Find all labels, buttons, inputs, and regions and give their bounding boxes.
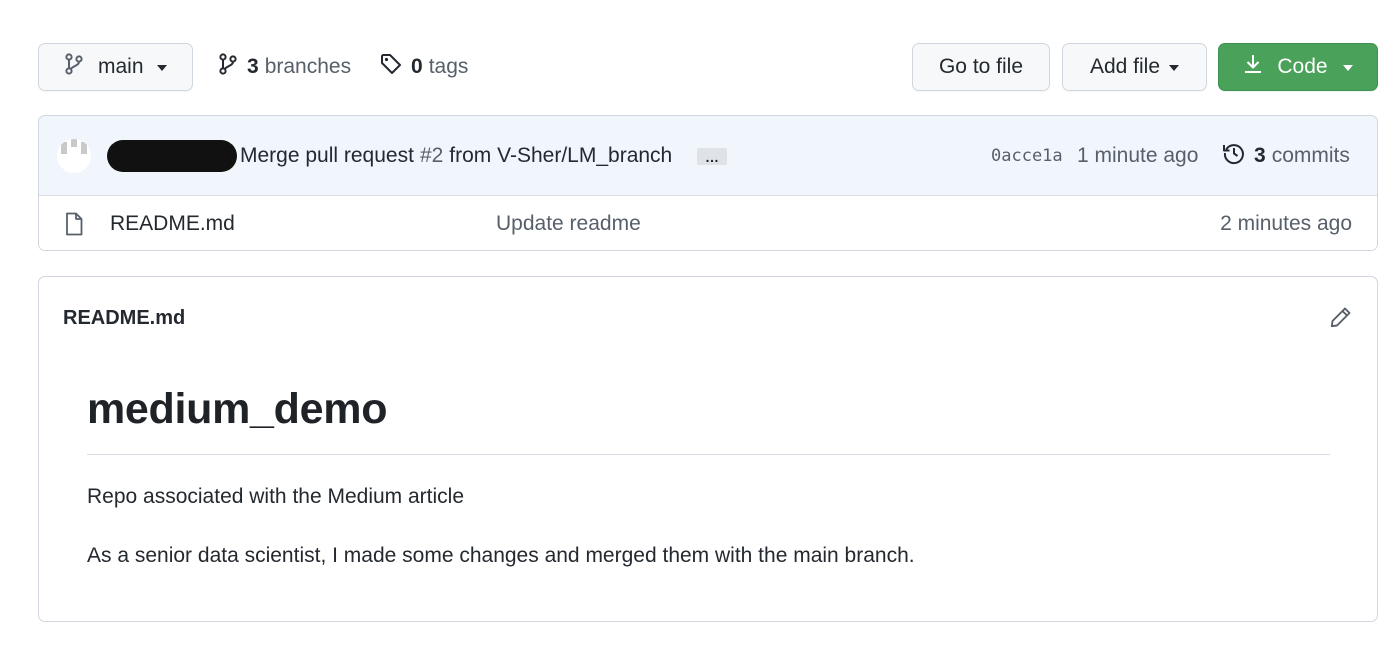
add-file-label: Add file bbox=[1089, 55, 1161, 78]
branches-link[interactable]: 3 branches bbox=[218, 43, 351, 91]
file-commit-link[interactable]: Update readme bbox=[496, 196, 641, 250]
branch-name: main bbox=[98, 55, 144, 78]
readme-paragraph: Repo associated with the Medium article bbox=[87, 485, 465, 508]
readme-panel: README.md medium_demo Repo associated wi… bbox=[38, 276, 1378, 622]
pull-request-link[interactable]: #2 bbox=[420, 144, 443, 168]
branches-label: branches bbox=[264, 55, 352, 78]
chevron-down-icon bbox=[1342, 65, 1353, 71]
commits-label: commits bbox=[1271, 144, 1350, 167]
tags-link[interactable]: 0 tags bbox=[380, 43, 468, 91]
history-icon bbox=[1222, 141, 1246, 171]
chevron-down-icon bbox=[1169, 65, 1180, 71]
branch-select-button[interactable]: main bbox=[38, 43, 193, 91]
readme-header: README.md bbox=[63, 306, 186, 329]
file-updated-time: 2 minutes ago bbox=[1220, 212, 1352, 235]
chevron-down-icon bbox=[156, 65, 167, 71]
tag-icon bbox=[380, 53, 402, 81]
commit-message[interactable]: Merge pull request #2 from V-Sher/LM_bra… bbox=[240, 116, 672, 196]
code-label: Code bbox=[1277, 55, 1328, 78]
commit-message-prefix: Merge pull request bbox=[240, 144, 414, 167]
download-icon bbox=[1243, 53, 1263, 81]
commits-history-link[interactable]: 3 commits bbox=[1222, 116, 1350, 196]
commit-message-suffix: from V-Sher/LM_branch bbox=[449, 144, 673, 167]
git-branch-icon bbox=[64, 53, 84, 81]
divider bbox=[87, 454, 1330, 455]
code-button[interactable]: Code bbox=[1218, 43, 1378, 91]
latest-commit-row: Merge pull request #2 from V-Sher/LM_bra… bbox=[39, 116, 1377, 196]
add-file-button[interactable]: Add file bbox=[1062, 43, 1207, 91]
file-icon bbox=[65, 212, 83, 241]
file-name-link[interactable]: README.md bbox=[110, 196, 235, 250]
readme-paragraph: As a senior data scientist, I made some … bbox=[87, 544, 915, 567]
readme-title: medium_demo bbox=[87, 385, 388, 433]
expand-commit-button[interactable]: … bbox=[697, 148, 727, 165]
repo-toolbar: main 3 branches 0 tags Go to file Add fi… bbox=[38, 43, 1378, 91]
commit-time: 1 minute ago bbox=[1077, 144, 1199, 167]
commit-sha[interactable]: 0acce1a bbox=[991, 116, 1063, 196]
tags-count: 0 bbox=[411, 55, 423, 78]
go-to-file-button[interactable]: Go to file bbox=[912, 43, 1050, 91]
avatar[interactable] bbox=[57, 139, 91, 173]
file-browser: Merge pull request #2 from V-Sher/LM_bra… bbox=[38, 115, 1378, 251]
git-branch-icon bbox=[218, 53, 238, 81]
pencil-icon[interactable] bbox=[1329, 305, 1353, 329]
redacted-author bbox=[107, 140, 237, 172]
branches-count: 3 bbox=[247, 55, 259, 78]
go-to-file-label: Go to file bbox=[938, 55, 1024, 78]
commits-count: 3 bbox=[1254, 144, 1266, 167]
table-row: README.md Update readme 2 minutes ago bbox=[39, 196, 1377, 250]
tags-label: tags bbox=[428, 55, 469, 78]
repo-page: main 3 branches 0 tags Go to file Add fi… bbox=[0, 0, 1400, 645]
